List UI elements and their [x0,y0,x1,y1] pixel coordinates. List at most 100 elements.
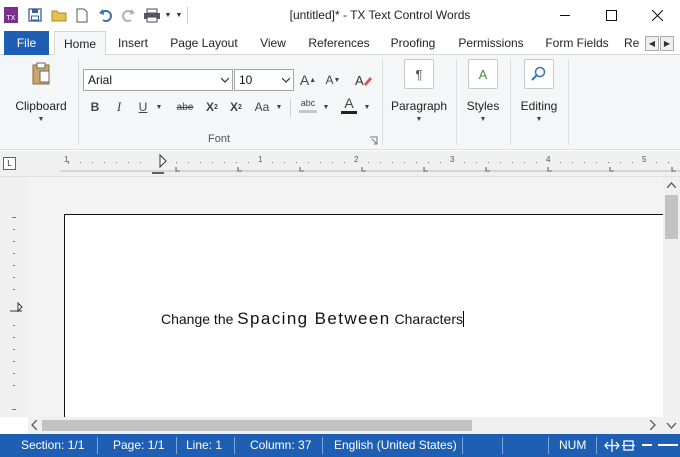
horizontal-ruler[interactable]: L 1 1 2 3 4 5 [0,151,680,177]
clipboard-label: Clipboard [15,99,67,113]
app-window: TX ▼ ▼ [untitled]* - TX Text Control Wor… [0,0,680,457]
styles-button[interactable]: A Styles ▼ [460,59,506,123]
close-button[interactable] [634,0,680,31]
grow-font-button[interactable]: A ▲ [298,70,318,90]
paragraph-label: Paragraph [390,99,448,113]
zoom-slider[interactable] [658,444,678,446]
tab-page-layout[interactable]: Page Layout [164,31,244,55]
font-size-combobox[interactable]: 10 [234,69,294,91]
print-icon[interactable] [142,5,162,25]
scroll-up-button[interactable] [666,180,677,190]
tab-home[interactable]: Home [54,31,106,56]
document-text[interactable]: Change the Spacing Between Characters [161,309,464,329]
underline-button[interactable]: U [134,97,152,117]
fit-page-button[interactable] [604,438,638,453]
tab-proofing[interactable]: Proofing [384,31,442,55]
tab-permissions[interactable]: Permissions [452,31,530,55]
highlight-dropdown[interactable]: ▼ [321,97,331,117]
vertical-ruler[interactable] [0,177,28,417]
italic-button[interactable]: I [110,97,128,117]
maximize-icon [605,10,617,21]
font-color-icon: A [344,95,354,111]
document-area[interactable]: Change the Spacing Between Characters [0,177,680,457]
styles-glyph: A [478,66,488,82]
tabs-scroll-left-button[interactable]: ◀ [645,36,659,51]
bold-button[interactable]: B [86,97,104,117]
maximize-button[interactable] [588,0,634,31]
tab-view[interactable]: View [253,31,293,55]
tab-insert[interactable]: Insert [110,31,156,55]
tabs-scroll-right-button[interactable]: ▶ [660,36,674,51]
subscript-mark: 2 [214,103,218,111]
horizontal-scrollbar[interactable] [28,417,663,434]
chevron-down-icon: ▼ [479,116,487,123]
redo-icon[interactable] [119,5,137,25]
tab-review-partial[interactable]: Re [624,31,644,55]
superscript-button[interactable]: X2 [226,97,246,117]
scroll-right-button[interactable] [649,419,656,432]
ruler-ticks [60,153,680,174]
change-case-dropdown[interactable]: ▼ [274,97,284,117]
chevron-left-icon [31,419,38,431]
dialog-launcher-icon [370,136,378,145]
status-language[interactable]: English (United States) [334,434,457,457]
scroll-left-button[interactable] [31,419,38,432]
customize-toolbar-icon[interactable]: ▼ [174,5,184,25]
pilcrow-glyph: ¶ [415,66,423,82]
change-case-button[interactable]: Aa [251,97,273,117]
tab-file[interactable]: File [4,31,49,55]
open-folder-icon[interactable] [50,5,68,25]
subscript-button[interactable]: X2 [202,97,222,117]
editing-label: Editing [520,99,558,113]
chevron-down-icon: ▼ [275,103,283,111]
clipboard-icon [26,59,56,89]
font-color-button[interactable]: A [338,95,360,115]
tab-references[interactable]: References [302,31,376,55]
status-page[interactable]: Page: 1/1 [113,434,164,457]
chevron-down-icon: ▼ [415,116,423,123]
font-color-dropdown[interactable]: ▼ [362,97,372,117]
zoom-out-icon[interactable] [642,444,652,446]
status-separator [502,437,503,454]
chevron-right-icon [649,419,656,431]
title-bar: TX ▼ ▼ [untitled]* - TX Text Control Wor… [0,0,680,31]
text-run: Change the [161,311,238,327]
print-dropdown-icon[interactable]: ▼ [163,5,173,25]
status-line[interactable]: Line: 1 [186,434,222,457]
group-separator [78,59,79,145]
ribbon: Clipboard ▼ Arial 10 A ▲ A ▼ A B I U ▼ abe… [0,55,680,150]
vertical-ruler-ticks [10,217,23,410]
highlight-icon: abc [300,97,316,108]
tab-form-fields[interactable]: Form Fields [538,31,616,55]
clear-formatting-button[interactable]: A [352,70,374,90]
undo-icon[interactable] [97,5,115,25]
minimize-button[interactable] [542,0,588,31]
paragraph-button[interactable]: ¶ Paragraph ▼ [388,59,450,123]
font-name-combobox[interactable]: Arial [83,69,233,91]
editing-button[interactable]: Editing ▼ [514,59,564,123]
clipboard-button[interactable]: Clipboard ▼ [12,59,70,123]
tab-stop-selector[interactable]: L [3,157,16,170]
strikethrough-button[interactable]: abe [172,97,198,117]
styles-label: Styles [466,99,500,113]
superscript-icon: X [230,100,239,114]
underline-dropdown[interactable]: ▼ [154,97,164,117]
ruler-number: 2 [354,155,359,164]
ruler-number: 3 [450,155,455,164]
new-document-icon[interactable] [74,5,90,25]
styles-icon: A [468,59,498,89]
vertical-scroll-thumb[interactable] [665,195,678,239]
font-dialog-launcher[interactable] [369,134,378,145]
highlight-button[interactable]: abc [296,95,320,115]
vertical-scrollbar[interactable] [663,177,680,417]
app-icon[interactable]: TX [2,5,20,25]
save-icon[interactable] [26,5,44,25]
horizontal-scroll-thumb[interactable] [42,420,472,431]
chevron-down-icon: ▼ [37,116,45,123]
chevron-down-icon: ▼ [322,103,330,111]
status-section[interactable]: Section: 1/1 [21,434,84,457]
status-column[interactable]: Column: 37 [250,434,311,457]
toolbar-separator [187,7,188,24]
view-mode-icon [604,439,635,452]
shrink-font-button[interactable]: A ▼ [323,70,343,90]
